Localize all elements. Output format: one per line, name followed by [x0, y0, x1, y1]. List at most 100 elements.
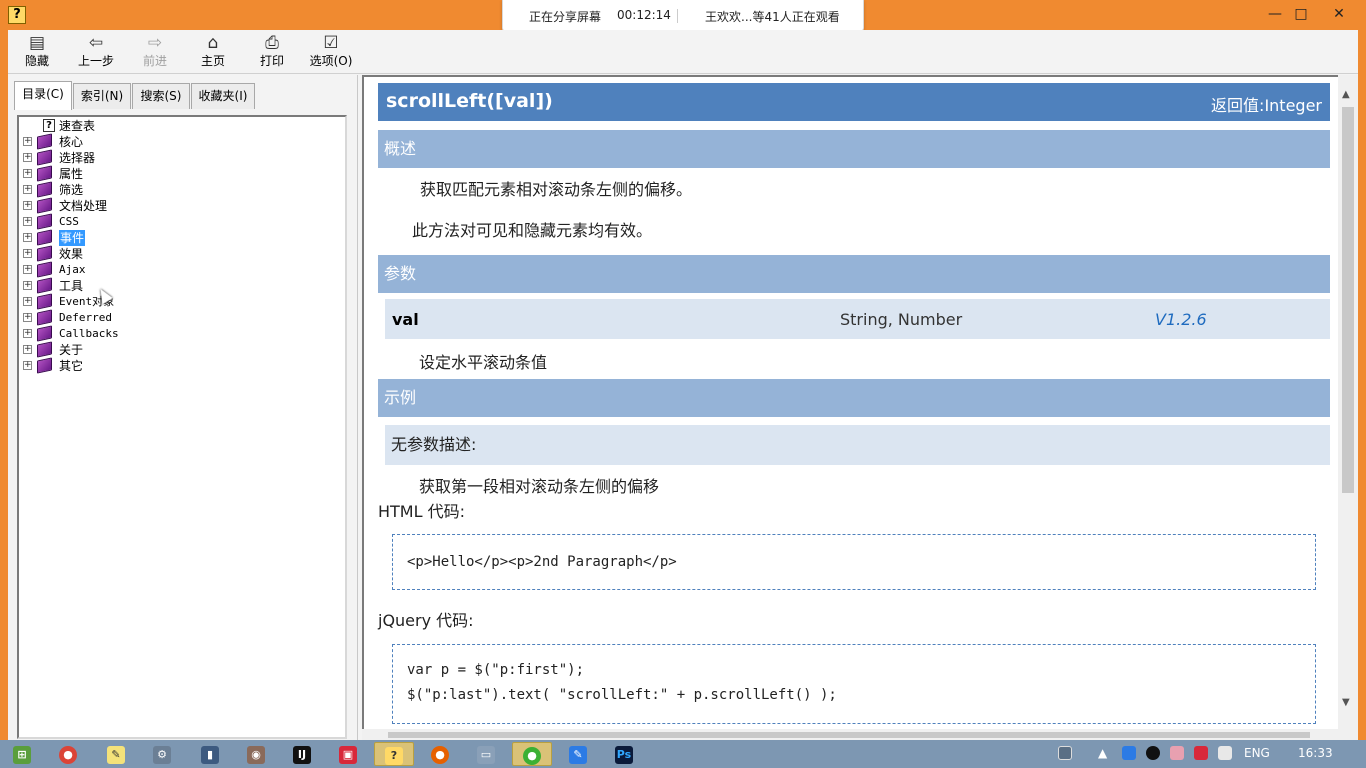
param-type: String, Number — [840, 310, 963, 329]
print-label: 打印 — [259, 54, 284, 68]
contents-tree[interactable]: ? 速查表 + 核心 + 选择器 + 属性 + 筛选 + 文档处理 + CSS … — [17, 115, 347, 739]
expand-icon[interactable]: + — [23, 313, 32, 322]
clock[interactable]: 16:33 — [1298, 746, 1333, 760]
expand-icon[interactable]: + — [23, 361, 32, 370]
notepad-icon[interactable]: ✎ — [96, 742, 136, 766]
forward-button[interactable]: ⇨ 前进 — [128, 32, 182, 72]
expand-icon[interactable]: + — [23, 233, 32, 242]
tree-item-core[interactable]: + 核心 — [23, 133, 323, 150]
book-icon — [37, 197, 52, 214]
wechat-icon[interactable]: ● — [512, 742, 552, 766]
share-timer: 00:12:14 — [617, 8, 671, 22]
horizontal-scrollbar[interactable] — [362, 729, 1358, 740]
scroll-down-icon[interactable]: ▼ — [1342, 697, 1350, 708]
firefox-icon[interactable]: ● — [420, 742, 460, 766]
tree-item-effects[interactable]: + 效果 — [23, 245, 323, 262]
help-file-icon[interactable]: ? — [8, 6, 26, 24]
html-code-block[interactable]: <p>Hello</p><p>2nd Paragraph</p> — [392, 534, 1316, 590]
tree-item-selectors[interactable]: + 选择器 — [23, 149, 323, 166]
expand-icon[interactable]: + — [23, 297, 32, 306]
expand-icon[interactable]: + — [23, 169, 32, 178]
expand-icon[interactable]: + — [23, 345, 32, 354]
tree-item-event-object[interactable]: + Event对象 — [23, 293, 323, 310]
close-button[interactable]: ✕ — [1324, 2, 1354, 26]
print-button[interactable]: ⎙ 打印 — [245, 32, 299, 72]
jquery-code-label: jQuery 代码: — [378, 611, 474, 630]
expand-icon[interactable]: + — [23, 153, 32, 162]
maximize-button[interactable]: □ — [1286, 2, 1316, 26]
tree-item-label: 工具 — [59, 279, 84, 293]
file-icon[interactable]: ▮ — [190, 742, 230, 766]
scrollbar-thumb[interactable] — [388, 732, 1310, 738]
help-icon[interactable]: ? — [374, 742, 414, 766]
expand-icon[interactable]: + — [23, 217, 32, 226]
param-version-link[interactable]: V1.2.6 — [1155, 310, 1207, 329]
book-icon — [37, 277, 52, 294]
tree-item-css[interactable]: + CSS — [23, 213, 323, 230]
vertical-scrollbar[interactable]: ▲ ▼ — [1338, 75, 1358, 729]
feishu-tray-icon[interactable] — [1122, 746, 1136, 760]
feishu-icon[interactable]: ✎ — [558, 742, 598, 766]
tab-search[interactable]: 搜索(S) — [132, 83, 190, 109]
input-language[interactable]: ENG — [1244, 746, 1270, 760]
tree-item-callbacks[interactable]: + Callbacks — [23, 325, 323, 342]
tab-contents[interactable]: 目录(C) — [14, 81, 72, 110]
start-icon[interactable]: ⊞ — [2, 742, 42, 766]
parameter-row: val String, Number V1.2.6 — [385, 299, 1330, 339]
tree-item-events[interactable]: + 事件 — [23, 229, 323, 246]
book-icon — [37, 213, 52, 230]
tab-favorites[interactable]: 收藏夹(I) — [191, 83, 255, 109]
section-overview: 概述 — [378, 130, 1330, 168]
tree-item-quick-ref[interactable]: ? 速查表 — [23, 118, 323, 134]
tray-expand-icon[interactable]: ▲ — [1098, 746, 1107, 760]
hide-button[interactable]: ▤ 隐藏 — [10, 32, 64, 72]
home-button[interactable]: ⌂ 主页 — [186, 32, 240, 72]
tree-item-manipulation[interactable]: + 文档处理 — [23, 197, 323, 214]
tray-app-icon[interactable] — [1194, 746, 1208, 760]
photoshop-icon[interactable]: Ps — [604, 742, 644, 766]
topic-title: scrollLeft([val]) — [386, 90, 553, 112]
options-button[interactable]: ☑ 选项(O) — [304, 32, 358, 72]
share-status: 正在分享屏幕 — [529, 10, 602, 24]
expand-icon[interactable]: + — [23, 185, 32, 194]
keyboard-icon[interactable] — [1058, 746, 1072, 760]
expand-icon[interactable]: + — [23, 249, 32, 258]
intellij-icon[interactable]: IJ — [282, 742, 322, 766]
expand-icon[interactable]: + — [23, 137, 32, 146]
tree-item-label: 事件 — [59, 230, 86, 246]
tree-item-about[interactable]: + 关于 — [23, 341, 323, 358]
tree-item-filter[interactable]: + 筛选 — [23, 181, 323, 198]
expand-icon[interactable]: + — [23, 201, 32, 210]
network-icon[interactable] — [1218, 746, 1232, 760]
options-icon: ☑ — [323, 33, 339, 53]
tree-item-ajax[interactable]: + Ajax — [23, 261, 323, 278]
scrollbar-thumb[interactable] — [1342, 107, 1354, 493]
tab-index[interactable]: 索引(N) — [73, 83, 131, 109]
media-icon[interactable]: ◉ — [236, 742, 276, 766]
section-parameters: 参数 — [378, 255, 1330, 293]
remote-icon[interactable]: ▭ — [466, 742, 506, 766]
tray-app-icon[interactable] — [1170, 746, 1184, 760]
expand-icon[interactable]: + — [23, 281, 32, 290]
tree-item-label: 选择器 — [59, 151, 96, 165]
tree-item-label: CSS — [59, 215, 79, 228]
book-icon — [37, 309, 52, 326]
app-icon[interactable]: ▣ — [328, 742, 368, 766]
chrome-icon[interactable]: ● — [48, 742, 88, 766]
tree-item-deferred[interactable]: + Deferred — [23, 309, 323, 326]
back-button[interactable]: ⇦ 上一步 — [69, 32, 123, 72]
settings-icon[interactable]: ⚙ — [142, 742, 182, 766]
qq-icon[interactable] — [1146, 746, 1160, 760]
tree-item-attributes[interactable]: + 属性 — [23, 165, 323, 182]
tree-item-label: 其它 — [59, 359, 84, 373]
book-icon — [37, 325, 52, 342]
scroll-up-icon[interactable]: ▲ — [1342, 89, 1350, 100]
return-type: 返回值:Integer — [1211, 96, 1322, 115]
tree-item-label: 筛选 — [59, 183, 84, 197]
tree-item-utilities[interactable]: + 工具 — [23, 277, 323, 294]
tree-item-other[interactable]: + 其它 — [23, 357, 323, 374]
jquery-code-line: var p = $("p:first"); — [407, 662, 585, 678]
jquery-code-block[interactable]: var p = $("p:first"); $("p:last").text( … — [392, 644, 1316, 724]
expand-icon[interactable]: + — [23, 265, 32, 274]
expand-icon[interactable]: + — [23, 329, 32, 338]
